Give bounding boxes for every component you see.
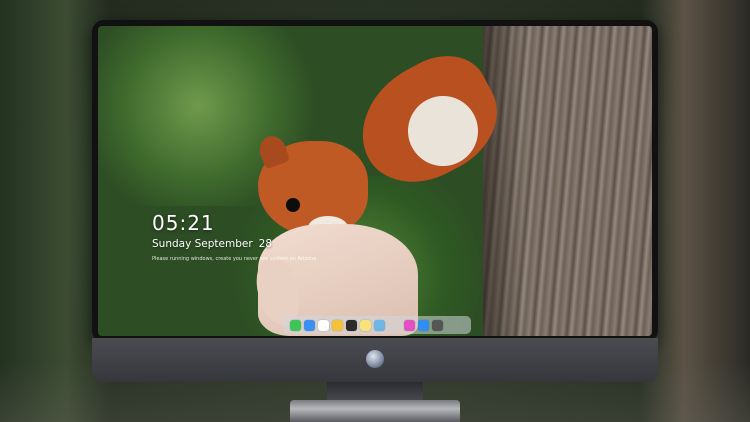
monitor-bezel: 05:21 Sunday September 28 Please running …: [92, 20, 658, 342]
monitor-chin: [92, 338, 658, 382]
itunes-icon[interactable]: [404, 319, 415, 331]
app-store-icon[interactable]: [418, 319, 429, 331]
camera-icon[interactable]: [432, 319, 443, 331]
lock-date: Sunday September 28: [152, 238, 272, 250]
lock-date-day: 28: [258, 238, 273, 250]
lock-clock: 05:21: [152, 211, 215, 235]
brand-logo-icon: [366, 350, 384, 368]
wallpaper-squirrel-eye: [286, 198, 300, 212]
preview-icon[interactable]: [374, 319, 385, 331]
wallpaper-tree-shadow: [483, 26, 523, 336]
lock-date-weekday-month: Sunday September: [152, 238, 253, 250]
photos-icon[interactable]: [332, 319, 343, 331]
dock: [283, 316, 471, 334]
monitor-stand-neck: [327, 382, 423, 402]
monitor: 05:21 Sunday September 28 Please running …: [92, 20, 658, 402]
messages-icon[interactable]: [290, 319, 301, 331]
finder-icon[interactable]: [304, 319, 315, 331]
monitor-stand-base: [290, 400, 460, 422]
notes-icon[interactable]: [360, 319, 371, 331]
lock-screen[interactable]: 05:21 Sunday September 28 Please running …: [98, 26, 652, 336]
safari-icon[interactable]: [318, 319, 329, 331]
clapper-icon[interactable]: [346, 319, 357, 331]
lock-notice: Please running windows, create you never…: [152, 256, 317, 262]
